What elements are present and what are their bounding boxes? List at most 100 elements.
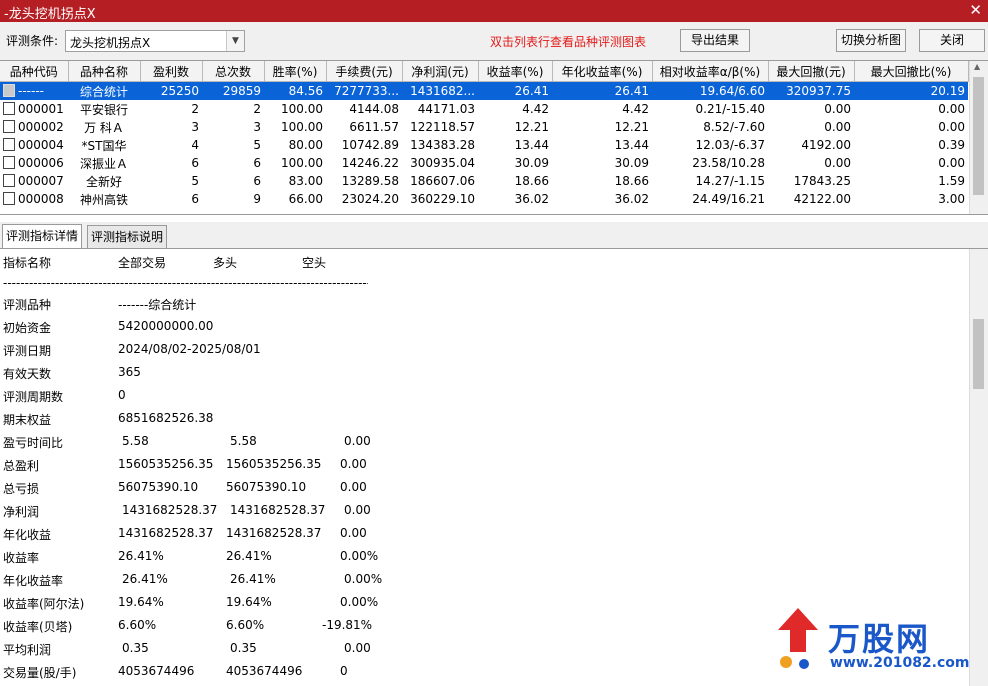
cell-rate: 100.00 — [281, 102, 323, 116]
detail-value-short: 0.00 — [344, 434, 371, 448]
detail-value-short: 0.00% — [344, 572, 383, 586]
cell-win: 4 — [191, 138, 199, 152]
close-icon[interactable]: ✕ — [969, 1, 982, 19]
detail-value-long: 4053674496 — [226, 664, 303, 678]
grid-header-row: 品种代码 品种名称 盈利数 总次数 胜率(%) 手续费(元) 净利润(元) 收益… — [0, 61, 969, 82]
col-return[interactable]: 收益率(%) — [478, 61, 553, 82]
detail-label: 收益率(阿尔法) — [3, 597, 85, 611]
cell-ret: 12.21 — [514, 120, 549, 134]
cell-win: 6 — [191, 192, 199, 206]
detail-row: 期末权益 6851682526.38 — [0, 411, 960, 431]
condition-select[interactable]: 龙头挖机拐点X ▼ — [65, 30, 245, 52]
row-checkbox-icon[interactable] — [3, 174, 15, 187]
detail-row: 净利润 1431682528.37 1431682528.37 0.00 — [0, 503, 960, 523]
cell-profit: 300935.04 — [410, 156, 475, 170]
col-rate[interactable]: 胜率(%) — [264, 61, 327, 82]
chevron-down-icon[interactable]: ▼ — [226, 31, 244, 51]
cell-dd: 42122.00 — [793, 192, 851, 206]
detail-value-all: 4053674496 — [118, 664, 195, 678]
table-row[interactable]: ------ 综合统计 25250 29859 84.56 7277733... 14316… — [0, 81, 968, 100]
cell-rate: 66.00 — [288, 192, 323, 206]
scroll-up-icon[interactable]: ▲ — [974, 62, 980, 71]
col-fee[interactable]: 手续费(元) — [326, 61, 403, 82]
table-row[interactable]: 000008 神州高铁 6 9 66.00 23024.20 360229.10 36.02 3… — [0, 190, 968, 208]
col-win[interactable]: 盈利数 — [140, 61, 203, 82]
row-checkbox-icon[interactable] — [3, 192, 15, 205]
switch-chart-button[interactable]: 切换分析图 — [836, 29, 906, 52]
cell-code-text: 000001 — [18, 102, 64, 116]
cell-code-text: 000007 — [18, 174, 64, 188]
toolbar: 评测条件: 龙头挖机拐点X ▼ 双击列表行查看品种评测图表 导出结果 切换分析图… — [0, 22, 988, 60]
row-checkbox-icon[interactable] — [3, 156, 15, 169]
detail-value-long: 5.58 — [230, 434, 257, 448]
table-row[interactable]: 000001 平安银行 2 2 100.00 4144.08 44171.03 4.42 4.4… — [0, 100, 968, 118]
cell-fee: 14246.22 — [341, 156, 399, 170]
export-button[interactable]: 导出结果 — [680, 29, 750, 52]
cell-rel: 12.03/-6.37 — [695, 138, 765, 152]
detail-tabs: 评测指标详情 评测指标说明 — [0, 222, 988, 249]
col-name[interactable]: 品种名称 — [68, 61, 141, 82]
col-drawdown[interactable]: 最大回撤(元) — [768, 61, 855, 82]
cell-total: 6 — [253, 174, 261, 188]
detail-value-all: 2024/08/02-2025/08/01 — [118, 342, 261, 356]
row-checkbox-icon[interactable] — [3, 84, 15, 97]
condition-value: 龙头挖机拐点X — [70, 36, 151, 50]
table-row[interactable]: 000007 全新好 5 6 83.00 13289.58 186607.06 18.66 18… — [0, 172, 968, 190]
grid-scrollbar[interactable]: ▲ — [969, 61, 988, 214]
col-code[interactable]: 品种代码 — [0, 61, 69, 82]
cell-fee: 10742.89 — [341, 138, 399, 152]
tab-explain[interactable]: 评测指标说明 — [87, 225, 168, 248]
detail-label: 评测品种 — [3, 298, 52, 312]
detail-value-short: 0.00 — [344, 503, 371, 517]
detail-value-long: 19.64% — [226, 595, 272, 609]
cell-rate: 100.00 — [281, 156, 323, 170]
detail-header-name: 指标名称 — [3, 256, 52, 270]
cell-annual: 18.66 — [614, 174, 649, 188]
close-button[interactable]: 关闭 — [919, 29, 985, 52]
col-profit[interactable]: 净利润(元) — [402, 61, 479, 82]
cell-rel: 24.49/16.21 — [692, 192, 765, 206]
detail-scroll-thumb[interactable] — [973, 319, 984, 389]
table-row[interactable]: 000006 深振业Ａ 6 6 100.00 14246.22 300935.04 30.09… — [0, 154, 968, 172]
col-drawdown-ratio[interactable]: 最大回撤比(%) — [854, 61, 969, 82]
detail-label: 期末权益 — [3, 413, 52, 427]
col-annual[interactable]: 年化收益率(%) — [552, 61, 653, 82]
cell-name: 全新好 — [85, 174, 122, 189]
cell-ddr: 0.00 — [938, 120, 965, 134]
detail-label: 有效天数 — [3, 367, 52, 381]
row-checkbox-icon[interactable] — [3, 102, 15, 115]
tab-detail[interactable]: 评测指标详情 — [2, 224, 83, 248]
cell-rel: 0.21/-15.40 — [695, 102, 765, 116]
cell-code-text: ------ — [18, 84, 44, 98]
cell-code: 000006 — [0, 154, 68, 172]
detail-scrollbar[interactable] — [969, 249, 988, 686]
cell-win: 6 — [191, 156, 199, 170]
detail-row: 年化收益 1431682528.37 1431682528.37 0.00 — [0, 526, 960, 546]
detail-value-all: -------综合统计 — [118, 298, 197, 312]
detail-header-long: 多头 — [213, 256, 238, 270]
detail-value-all: 0.35 — [122, 641, 149, 655]
row-checkbox-icon[interactable] — [3, 138, 15, 151]
table-row[interactable]: 000004 *ST国华 4 5 80.00 10742.89 134383.28 13.44… — [0, 136, 968, 154]
detail-value-all: 1431682528.37 — [122, 503, 218, 517]
cell-code: 000007 — [0, 172, 68, 190]
detail-value-long: 6.60% — [226, 618, 265, 632]
detail-label: 盈亏时间比 — [3, 436, 64, 450]
col-total[interactable]: 总次数 — [202, 61, 265, 82]
cell-ret: 30.09 — [514, 156, 549, 170]
table-row[interactable]: 000002 万 科Ａ 3 3 100.00 6611.57 122118.57 12.21 1… — [0, 118, 968, 136]
cell-profit: 360229.10 — [410, 192, 475, 206]
cell-ddr: 0.39 — [938, 138, 965, 152]
cell-code: 000002 — [0, 118, 68, 136]
detail-row: 初始资金 5420000000.00 — [0, 319, 960, 339]
cell-name: 万 科Ａ — [84, 120, 124, 135]
detail-row: 年化收益率 26.41% 26.41% 0.00% — [0, 572, 960, 592]
cell-win: 2 — [191, 102, 199, 116]
col-relative[interactable]: 相对收益率α/β(%) — [652, 61, 769, 82]
detail-value-all: 26.41% — [122, 572, 168, 586]
row-checkbox-icon[interactable] — [3, 120, 15, 133]
detail-value-long: 1560535256.35 — [226, 457, 322, 471]
detail-value-all: 6.60% — [118, 618, 157, 632]
cell-code: 000001 — [0, 100, 68, 118]
grid-scroll-thumb[interactable] — [973, 77, 984, 195]
